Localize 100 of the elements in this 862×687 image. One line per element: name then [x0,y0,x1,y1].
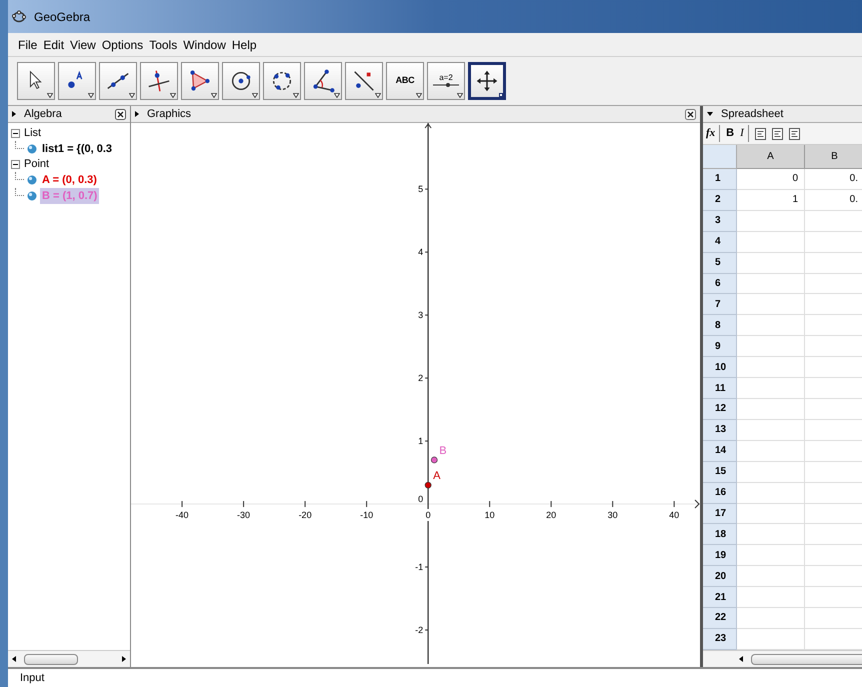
row-header[interactable]: 4 [703,232,737,253]
row-header[interactable]: 12 [703,398,737,420]
tool-button[interactable] [222,62,260,100]
tool-button[interactable] [304,62,342,100]
x-tick-label: -10 [360,510,374,520]
y-tick-label: -2 [415,625,424,635]
horizontal-scrollbar[interactable] [703,650,862,667]
row-header[interactable]: 20 [703,566,737,588]
tick-mark [424,566,429,568]
row-header[interactable]: 10 [703,357,737,378]
x-tick-label: -40 [176,510,189,520]
row-header[interactable]: 2 [703,190,737,211]
column-header[interactable]: A [737,145,805,169]
dropdown-icon [457,93,463,98]
x-tick-label: 10 [484,510,495,520]
dropdown-icon [293,93,299,98]
tool-button[interactable] [140,62,178,100]
scroll-thumb[interactable] [24,654,78,664]
row-header[interactable]: 9 [703,336,737,358]
bold-button[interactable]: B [726,125,734,142]
scroll-left-icon[interactable] [739,656,743,662]
italic-button[interactable]: I [740,125,749,142]
row-header[interactable]: 22 [703,608,737,629]
row-header[interactable]: 19 [703,545,737,566]
x-tick-label: 20 [546,510,556,520]
row-header[interactable]: 21 [703,587,737,608]
tool-button[interactable] [17,62,55,100]
align-left-icon[interactable] [754,128,766,140]
row-header[interactable]: 7 [703,294,737,316]
algebra-item[interactable]: A = (0, 0.3) [40,172,99,188]
algebra-item[interactable]: list1 = {(0, 0.3 [40,140,114,158]
panel-title: Spreadsheet [721,106,784,122]
perpendicular-lines-icon [146,68,172,94]
row-header[interactable]: 3 [703,210,737,232]
row-header[interactable]: 8 [703,315,737,336]
close-icon[interactable] [685,108,696,120]
dropdown-icon [375,93,381,98]
row-header[interactable]: 5 [703,252,737,274]
tool-button[interactable]: ABC [386,62,424,100]
window-title: GeoGebra [34,8,90,26]
tool-button[interactable] [263,62,301,100]
formula-button[interactable]: fx [706,125,720,142]
menu-item[interactable]: Window [183,36,226,54]
panel-title: Graphics [147,106,192,122]
row-header[interactable]: 1 [703,169,737,190]
tool-button[interactable] [345,62,383,100]
tool-button[interactable] [99,62,137,100]
dropdown-icon [88,93,94,98]
table-cell: 1 [737,190,805,211]
corner-cell[interactable] [703,145,737,169]
menu-item[interactable]: File [18,36,38,54]
column-header[interactable]: B [805,145,862,169]
row-header[interactable]: 6 [703,274,737,294]
collapse-toggle[interactable] [11,129,20,138]
collapse-arrow-icon[interactable] [707,112,713,116]
dropdown-icon [252,93,258,98]
expand-arrow-icon[interactable] [12,111,16,117]
close-icon[interactable] [115,108,126,120]
sphere-icon [27,175,37,185]
tree-group-label[interactable]: Point [24,156,50,173]
scroll-thumb[interactable] [751,654,862,664]
tool-button[interactable] [468,62,506,100]
menu-item[interactable]: Tools [149,36,178,54]
x-tick-label: 30 [608,510,618,520]
horizontal-scrollbar[interactable] [8,650,130,667]
tool-button[interactable] [58,62,96,100]
align-right-icon[interactable] [788,128,800,140]
y-tick-label: -1 [415,562,424,572]
tool-button[interactable] [181,62,219,100]
dropdown-icon [416,93,422,98]
row-header[interactable]: 11 [703,378,737,399]
scroll-left-icon[interactable] [12,656,16,662]
slider-icon [432,82,460,88]
align-center-icon[interactable] [772,128,783,140]
collapse-toggle[interactable] [11,160,20,169]
scroll-right-icon[interactable] [122,656,126,662]
dropdown-icon [170,93,176,98]
tool-button[interactable]: a=2 [427,62,465,100]
menu-item[interactable]: View [70,36,96,54]
y-tick-label: 2 [418,373,424,384]
menu-item[interactable]: Help [232,36,257,54]
row-header[interactable]: 18 [703,524,737,546]
tree-group-label[interactable]: List [24,125,42,142]
menu-item[interactable]: Options [102,36,144,54]
expand-arrow-icon[interactable] [135,111,139,117]
row-header[interactable]: 17 [703,504,737,524]
tick-mark [243,500,244,508]
x-tick-label: 0 [426,510,431,520]
menu-item[interactable]: Edit [43,36,64,54]
row-header[interactable]: 23 [703,628,737,650]
row-header[interactable]: 15 [703,462,737,483]
point[interactable] [430,456,438,464]
dropdown-icon [129,93,135,98]
app-icon [12,10,26,24]
point-label: A [433,470,440,482]
row-header[interactable]: 14 [703,440,737,462]
point[interactable] [424,482,432,488]
row-header[interactable]: 16 [703,482,737,504]
row-header[interactable]: 13 [703,420,737,441]
panel-title: Algebra [24,106,63,122]
